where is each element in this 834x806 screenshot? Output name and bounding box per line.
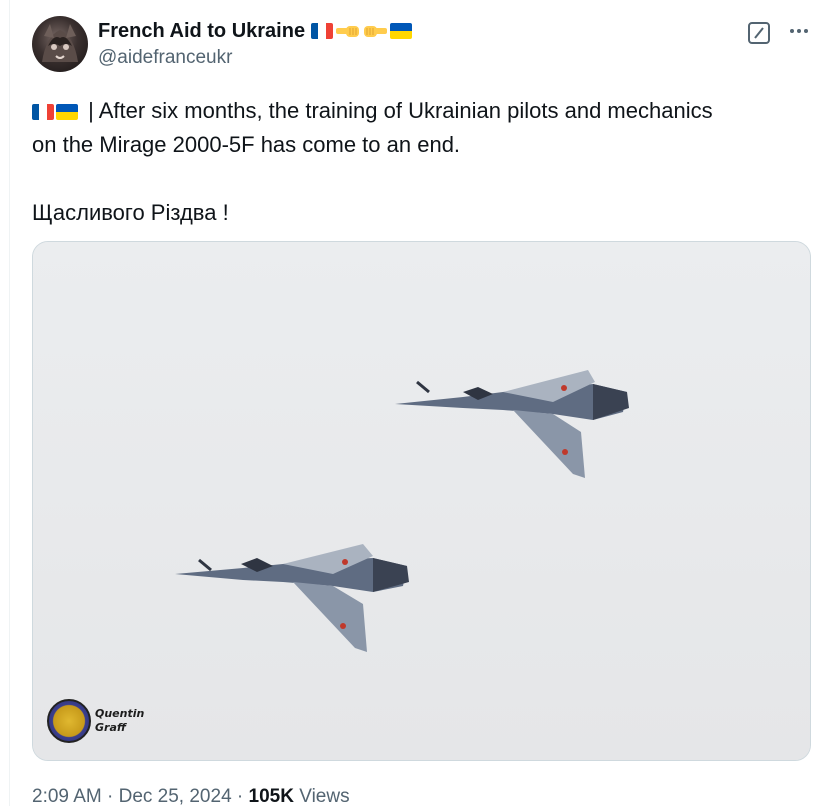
flag-ukraine-icon bbox=[56, 104, 78, 120]
post-line-1: | After six months, the training of Ukra… bbox=[32, 94, 812, 128]
grok-icon[interactable] bbox=[748, 22, 770, 44]
more-options-icon[interactable] bbox=[788, 20, 810, 42]
views-label: Views bbox=[299, 786, 350, 806]
post-header: French Aid to Ukraine @aidefranceukr bbox=[32, 14, 822, 74]
avatar[interactable] bbox=[32, 16, 88, 72]
display-name[interactable]: French Aid to Ukraine bbox=[98, 20, 305, 43]
post-date[interactable]: Dec 25, 2024 bbox=[119, 786, 232, 806]
post-meta: 2:09 AM · Dec 25, 2024 · 105K Views bbox=[32, 786, 350, 806]
author-names: French Aid to Ukraine @aidefranceukr bbox=[98, 18, 413, 69]
lion-emblem-icon bbox=[47, 699, 91, 743]
photographer-watermark: Quentin Graff bbox=[47, 697, 157, 747]
post-line-1-text: | After six months, the training of Ukra… bbox=[82, 98, 713, 123]
flag-france-icon bbox=[311, 23, 334, 39]
watermark-line-2: Graff bbox=[95, 721, 127, 734]
post-image[interactable]: Quentin Graff bbox=[32, 241, 811, 761]
views-count: 105K bbox=[248, 786, 294, 806]
fist-bump-right-icon bbox=[364, 26, 388, 37]
post-time[interactable]: 2:09 AM bbox=[32, 786, 102, 806]
post-line-3: Щасливого Різдва ! bbox=[32, 200, 229, 225]
flag-ukraine-icon bbox=[390, 23, 413, 39]
leading-flags bbox=[32, 104, 78, 120]
fist-bump-left-icon bbox=[336, 26, 360, 37]
post-text: | After six months, the training of Ukra… bbox=[32, 94, 812, 230]
meta-separator: · bbox=[107, 786, 114, 806]
flag-france-icon bbox=[32, 104, 54, 120]
watermark-line-1: Quentin bbox=[95, 707, 145, 720]
meta-separator: · bbox=[236, 786, 244, 806]
left-divider bbox=[9, 0, 10, 806]
post-line-2: on the Mirage 2000-5F has come to an end… bbox=[32, 132, 461, 157]
handle[interactable]: @aidefranceukr bbox=[98, 47, 412, 69]
name-emoji-row bbox=[311, 23, 413, 39]
